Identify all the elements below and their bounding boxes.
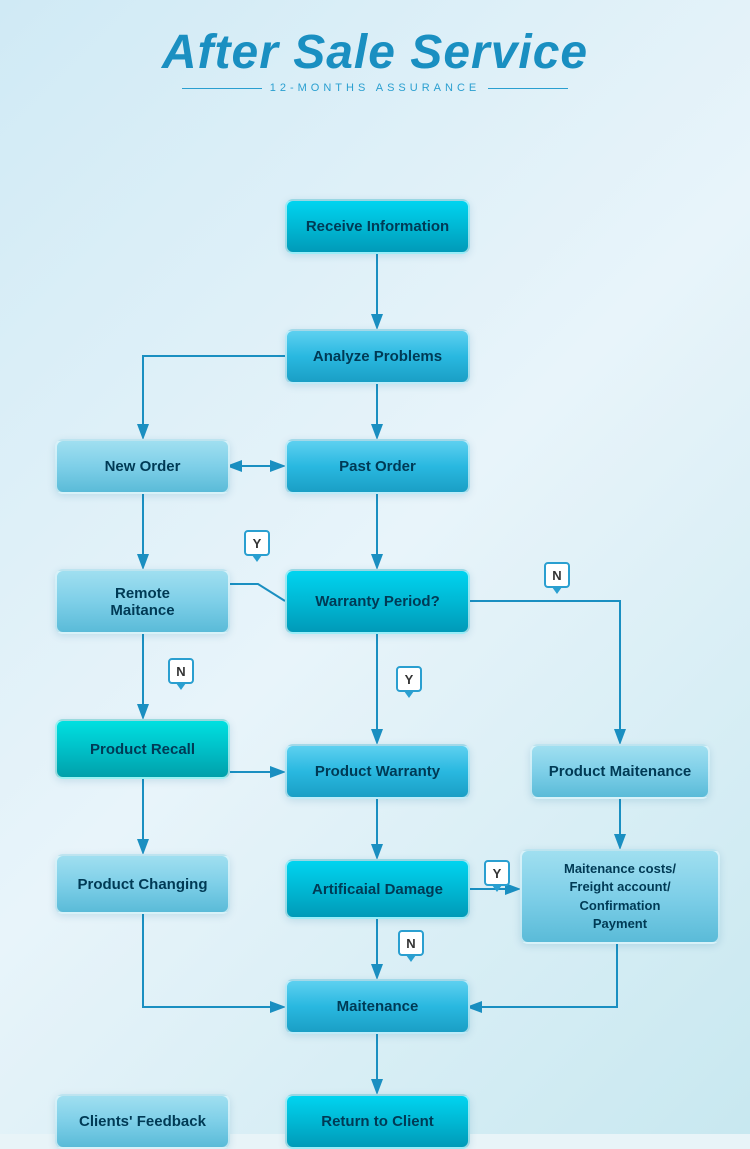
box-remote: Remote Maitance [55,569,230,634]
box-pastorder: Past Order [285,439,470,494]
subtitle: 12-MONTHS ASSURANCE [0,82,750,94]
box-feedback: Clients' Feedback [55,1094,230,1149]
label-y-warranty: Y [244,530,270,556]
label-n-warranty: N [544,562,570,588]
box-analyze: Analyze Problems [285,329,470,384]
box-return: Return to Client [285,1094,470,1149]
title-section: After Sale Service 12-MONTHS ASSURANCE [0,10,750,99]
box-receive: Receive Information [285,199,470,254]
box-prodwarranty: Product Warranty [285,744,470,799]
label-y-artdamage: Y [484,860,510,886]
box-prodmaint: Product Maitenance [530,744,710,799]
box-recall: Product Recall [55,719,230,779]
box-maintcosts: Maitenance costs/ Freight account/ Confi… [520,849,720,944]
box-maitenance: Maitenance [285,979,470,1034]
label-n-artdamage: N [398,930,424,956]
box-changing: Product Changing [55,854,230,914]
main-title: After Sale Service [0,25,750,80]
flowchart: Receive Information Analyze Problems New… [0,104,750,1114]
page: After Sale Service 12-MONTHS ASSURANCE [0,0,750,1134]
label-y-prodwarranty: Y [396,666,422,692]
box-neworder: New Order [55,439,230,494]
box-artdamage: Artificaial Damage [285,859,470,919]
box-warranty: Warranty Period? [285,569,470,634]
label-n-remote: N [168,658,194,684]
